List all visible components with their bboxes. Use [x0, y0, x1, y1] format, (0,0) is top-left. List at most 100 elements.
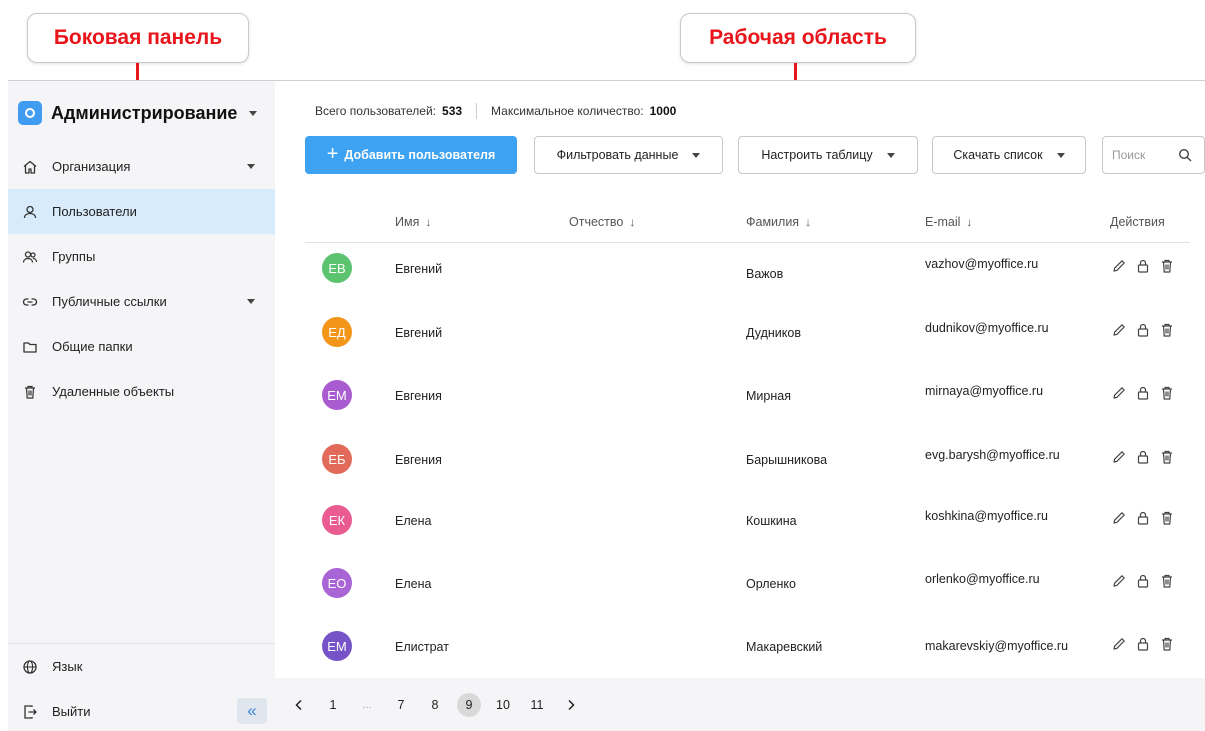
configure-table-label: Настроить таблицу — [761, 148, 873, 162]
avatar: ЕМ — [322, 631, 352, 661]
cell-email: makarevskiy@myoffice.ru — [925, 639, 1069, 653]
page-button[interactable]: 1 — [321, 693, 345, 717]
edit-icon[interactable] — [1111, 573, 1127, 589]
row-actions — [1111, 573, 1183, 589]
cell-name: Евгения — [395, 453, 442, 467]
page-button[interactable]: 9 — [457, 693, 481, 717]
avatar: ЕО — [322, 568, 352, 598]
sidebar-item-logout[interactable]: Выйти « — [8, 689, 275, 731]
link-icon — [22, 297, 38, 306]
row-actions — [1111, 385, 1183, 401]
filter-data-button[interactable]: Фильтровать данные — [534, 136, 723, 174]
sidebar-item-label: Общие папки — [52, 339, 133, 354]
edit-icon[interactable] — [1111, 449, 1127, 465]
page-button[interactable]: 8 — [423, 693, 447, 717]
collapse-sidebar-button[interactable]: « — [237, 698, 267, 724]
edit-icon[interactable] — [1111, 385, 1127, 401]
search-input[interactable]: Поиск — [1102, 136, 1205, 174]
table-row[interactable]: ЕК Елена Кошкина koshkina@myoffice.ru — [305, 495, 1190, 555]
column-email[interactable]: E-mail ↓ — [925, 215, 972, 229]
column-actions: Действия — [1110, 215, 1165, 229]
cell-email: orlenko@myoffice.ru — [925, 572, 1040, 586]
app-switcher[interactable]: Администрирование — [18, 97, 258, 129]
lock-icon[interactable] — [1135, 258, 1151, 274]
sidebar-item-users[interactable]: Пользователи — [8, 189, 275, 234]
sidebar-item-label: Удаленные объекты — [52, 384, 175, 399]
page-list: 1 … 7 8 9 10 11 — [321, 693, 559, 717]
edit-icon[interactable] — [1111, 258, 1127, 274]
logout-icon — [24, 704, 37, 719]
sort-arrow-icon: ↓ — [629, 215, 636, 229]
table-row[interactable]: ЕД Евгений Дудников dudnikov@myoffice.ru — [305, 307, 1190, 367]
table-row[interactable]: ЕВ Евгений Важов vazhov@myoffice.ru — [305, 243, 1190, 303]
sidebar-item-shared-folders[interactable]: Общие папки — [8, 324, 275, 369]
delete-icon[interactable] — [1159, 258, 1175, 274]
page-button[interactable]: 11 — [525, 693, 549, 717]
table-row[interactable]: ЕМ Евгения Мирная mirnaya@myoffice.ru — [305, 370, 1190, 430]
cell-surname: Макаревский — [746, 640, 823, 654]
prev-page-button[interactable] — [287, 693, 311, 717]
edit-icon[interactable] — [1111, 322, 1127, 338]
column-surname-label: Фамилия — [746, 215, 800, 229]
download-list-label: Скачать список — [953, 148, 1043, 162]
delete-icon[interactable] — [1159, 385, 1175, 401]
chevron-right-icon — [568, 699, 575, 711]
callout-workspace: Рабочая область — [680, 13, 916, 63]
lock-icon[interactable] — [1135, 510, 1151, 526]
delete-icon[interactable] — [1159, 510, 1175, 526]
column-patronymic[interactable]: Отчество ↓ — [569, 215, 635, 229]
folder-icon — [23, 341, 37, 353]
column-surname[interactable]: Фамилия ↓ — [746, 215, 811, 229]
table-row[interactable]: ЕО Елена Орленко orlenko@myoffice.ru — [305, 558, 1190, 618]
edit-icon[interactable] — [1111, 510, 1127, 526]
workspace: Всего пользователей: 533 Максимальное ко… — [275, 81, 1205, 731]
group-icon — [22, 250, 38, 263]
delete-icon[interactable] — [1159, 322, 1175, 338]
avatar: ЕВ — [322, 253, 352, 283]
chevron-down-icon[interactable] — [247, 299, 255, 304]
sidebar-item-deleted-objects[interactable]: Удаленные объекты — [8, 369, 275, 414]
next-page-button[interactable] — [559, 693, 583, 717]
chevron-down-icon — [886, 152, 895, 158]
search-placeholder: Поиск — [1112, 148, 1146, 162]
lock-icon[interactable] — [1135, 449, 1151, 465]
table-row[interactable]: ЕБ Евгения Барышникова evg.barysh@myoffice.… — [305, 434, 1190, 494]
configure-table-button[interactable]: Настроить таблицу — [738, 136, 918, 174]
plus-icon: + — [326, 142, 339, 165]
sidebar-item-label: Публичные ссылки — [52, 294, 167, 309]
chevron-down-icon[interactable] — [247, 164, 255, 169]
column-name[interactable]: Имя ↓ — [395, 215, 431, 229]
sidebar-item-language[interactable]: Язык — [8, 644, 275, 689]
lock-icon[interactable] — [1135, 322, 1151, 338]
avatar: ЕМ — [322, 380, 352, 410]
sidebar-item-organization[interactable]: Организация — [8, 144, 275, 189]
table-row[interactable]: ЕМ Елистрат Макаревский makarevskiy@myoffic… — [305, 621, 1190, 681]
sidebar-item-label: Язык — [52, 659, 83, 674]
add-user-button[interactable]: + Добавить пользователя — [305, 136, 517, 174]
admin-app: Администрирование Организация Пользовате… — [8, 80, 1205, 731]
delete-icon[interactable] — [1159, 449, 1175, 465]
avatar: ЕД — [322, 317, 352, 347]
cell-surname: Дудников — [746, 326, 801, 340]
add-user-label: Добавить пользователя — [344, 148, 496, 162]
row-actions — [1111, 636, 1183, 652]
sort-arrow-icon: ↓ — [966, 215, 973, 229]
row-actions — [1111, 322, 1183, 338]
sidebar-item-public-links[interactable]: Публичные ссылки — [8, 279, 275, 324]
toolbar: + Добавить пользователя Фильтровать данн… — [305, 135, 1205, 175]
page-button[interactable]: 10 — [491, 693, 515, 717]
page-button[interactable]: 7 — [389, 693, 413, 717]
delete-icon[interactable] — [1159, 636, 1175, 652]
total-users-value: 533 — [442, 104, 463, 118]
lock-icon[interactable] — [1135, 636, 1151, 652]
sidebar-item-label: Выйти — [52, 704, 91, 719]
sidebar-item-groups[interactable]: Группы — [8, 234, 275, 279]
edit-icon[interactable] — [1111, 636, 1127, 652]
lock-icon[interactable] — [1135, 573, 1151, 589]
lock-icon[interactable] — [1135, 385, 1151, 401]
user-icon — [23, 205, 37, 218]
download-list-button[interactable]: Скачать список — [932, 136, 1086, 174]
sort-arrow-icon: ↓ — [425, 215, 432, 229]
delete-icon[interactable] — [1159, 573, 1175, 589]
column-patronymic-label: Отчество — [569, 215, 624, 229]
